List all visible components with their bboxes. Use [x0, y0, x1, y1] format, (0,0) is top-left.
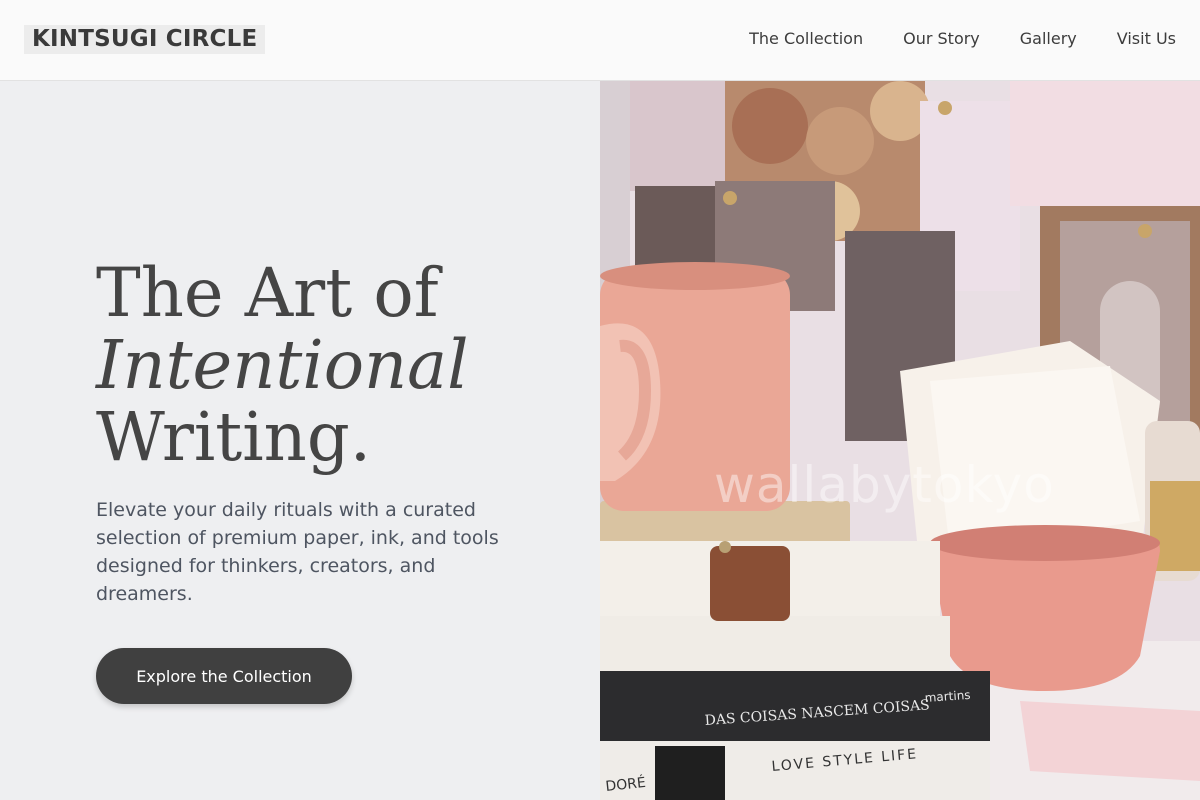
- strap-button: [719, 541, 731, 553]
- notebook-leather-strap: [710, 546, 790, 621]
- headline-line-3: Writing.: [96, 398, 372, 476]
- main-nav: The Collection Our Story Gallery Visit U…: [749, 29, 1176, 48]
- headline-line-2: Intentional: [96, 326, 469, 404]
- hero-text-panel: The Art of Intentional Writing. Elevate …: [0, 81, 600, 800]
- hero-headline: The Art of Intentional Writing.: [96, 257, 469, 473]
- pink-ribbon: [1020, 701, 1200, 781]
- site-header: KINTSUGI CIRCLE The Collection Our Story…: [0, 0, 1200, 81]
- nav-link-visit-us[interactable]: Visit Us: [1117, 29, 1176, 48]
- rose-2: [806, 107, 874, 175]
- hero-subcopy: Elevate your daily rituals with a curate…: [96, 499, 499, 605]
- bottom-book-spine-band: [655, 746, 725, 800]
- nav-link-our-story[interactable]: Our Story: [903, 29, 980, 48]
- mug-rim: [600, 262, 790, 290]
- headline-line-1: The Art of: [96, 254, 439, 332]
- explore-collection-button[interactable]: Explore the Collection: [96, 648, 352, 704]
- bowl-rim: [930, 525, 1160, 561]
- desk-still-life-image: DAS COISAS NASCEM COISAS martins LOVE ST…: [600, 81, 1200, 800]
- pushpin-3: [1138, 224, 1152, 238]
- collage-paper-note: [1010, 81, 1200, 206]
- site-logo[interactable]: KINTSUGI CIRCLE: [24, 24, 266, 54]
- nav-link-collection[interactable]: The Collection: [749, 29, 863, 48]
- hero-photo: DAS COISAS NASCEM COISAS martins LOVE ST…: [600, 81, 1200, 800]
- rose-1: [732, 88, 808, 164]
- photo-watermark: wallabytokyo: [714, 456, 1055, 514]
- pushpin-1: [938, 101, 952, 115]
- nav-link-gallery[interactable]: Gallery: [1020, 29, 1077, 48]
- pushpin-2: [723, 191, 737, 205]
